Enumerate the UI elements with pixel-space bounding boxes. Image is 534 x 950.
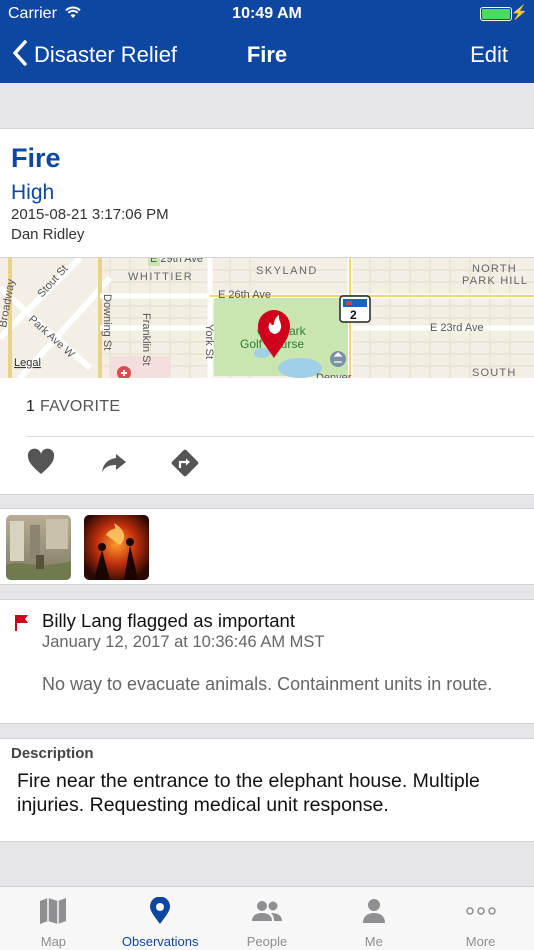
map-label-york: York St	[203, 324, 215, 359]
map-label-e26th: E 26th Ave	[218, 289, 271, 301]
chevron-left-icon	[12, 39, 28, 72]
directions-icon	[170, 449, 200, 482]
svg-text:2: 2	[350, 308, 357, 322]
map-label-e29th: E 29th Ave	[150, 258, 203, 265]
tab-label-observations: Observations	[121, 934, 199, 949]
tab-people[interactable]: People	[214, 887, 321, 950]
tab-map[interactable]: Map	[0, 887, 107, 950]
observation-priority: High	[11, 181, 55, 204]
map-icon	[0, 896, 107, 926]
description-text: Fire near the entrance to the elephant h…	[17, 770, 480, 816]
tab-more[interactable]: More	[427, 887, 534, 950]
heart-icon	[26, 448, 56, 480]
person-icon	[320, 896, 427, 926]
flag-icon	[14, 614, 30, 637]
observation-timestamp: 2015-08-21 3:17:06 PM	[11, 206, 169, 223]
map-label-skyland: SKYLAND	[256, 265, 318, 277]
description-label: Description	[11, 745, 94, 762]
tab-label-me: Me	[364, 934, 383, 949]
description-card: Description Fire near the entrance to th…	[0, 738, 534, 842]
map-label-denver: Denver	[316, 372, 352, 378]
map-card: E 29th Ave WHITTIER SKYLAND NORTH PARK H…	[0, 258, 534, 495]
map-label-legal: Legal	[14, 357, 41, 369]
tab-label-people: People	[246, 934, 288, 949]
flag-note: No way to evacuate animals. Containment …	[42, 674, 493, 694]
battery-icon	[480, 7, 512, 21]
map-label-south: SOUTH	[472, 367, 517, 378]
tab-label-more: More	[465, 934, 496, 949]
observation-user: Dan Ridley	[11, 226, 85, 243]
divider	[26, 436, 534, 437]
important-flag-card: Billy Lang flagged as important January …	[0, 599, 534, 724]
tab-label-map: Map	[40, 934, 67, 949]
more-icon	[427, 896, 534, 926]
route-shield-icon: 2	[339, 295, 371, 323]
share-button[interactable]	[100, 448, 132, 476]
clock: 10:49 AM	[232, 5, 302, 22]
map-label-north-park-hill-1: NORTH	[472, 263, 517, 275]
map-label-downing: Downing St	[101, 294, 113, 350]
directions-button[interactable]	[170, 448, 202, 477]
favorite-button[interactable]	[26, 448, 58, 476]
location-pin-icon	[107, 896, 214, 926]
map-label-franklin: Franklin St	[140, 313, 152, 366]
people-icon	[214, 896, 321, 926]
flag-date: January 12, 2017 at 10:36:46 AM MST	[42, 633, 325, 651]
attachment-thumbnail-2[interactable]	[84, 515, 149, 580]
map-label-north-park-hill-2: PARK HILL	[462, 275, 528, 287]
flag-title: Billy Lang flagged as important	[42, 610, 295, 631]
observation-title: Fire	[11, 143, 61, 173]
attachment-thumbnail-1[interactable]	[6, 515, 71, 580]
map-label-e23rd: E 23rd Ave	[430, 322, 484, 334]
map-label-whittier: WHITTIER	[128, 271, 193, 283]
attachments-card	[0, 508, 534, 585]
favorites-label: FAVORITE	[39, 398, 121, 415]
back-button[interactable]: Disaster Relief	[12, 39, 178, 72]
share-icon	[100, 454, 128, 480]
favorites-count[interactable]: 1 FAVORITE	[26, 398, 120, 416]
charging-icon: ⚡	[510, 4, 528, 20]
status-bar: Carrier 10:49 AM ⚡	[0, 0, 534, 28]
observation-header: Fire High 2015-08-21 3:17:06 PM Dan Ridl…	[0, 128, 534, 258]
tab-me[interactable]: Me	[320, 887, 427, 950]
back-label: Disaster Relief	[34, 42, 178, 67]
tab-observations[interactable]: Observations	[107, 887, 214, 950]
edit-button[interactable]: Edit	[470, 42, 508, 68]
favorites-number: 1	[26, 398, 36, 415]
navigation-bar: Disaster Relief Fire Edit	[0, 28, 534, 83]
location-map[interactable]: E 29th Ave WHITTIER SKYLAND NORTH PARK H…	[0, 258, 534, 378]
tab-bar: Map Observations People Me More	[0, 886, 534, 950]
